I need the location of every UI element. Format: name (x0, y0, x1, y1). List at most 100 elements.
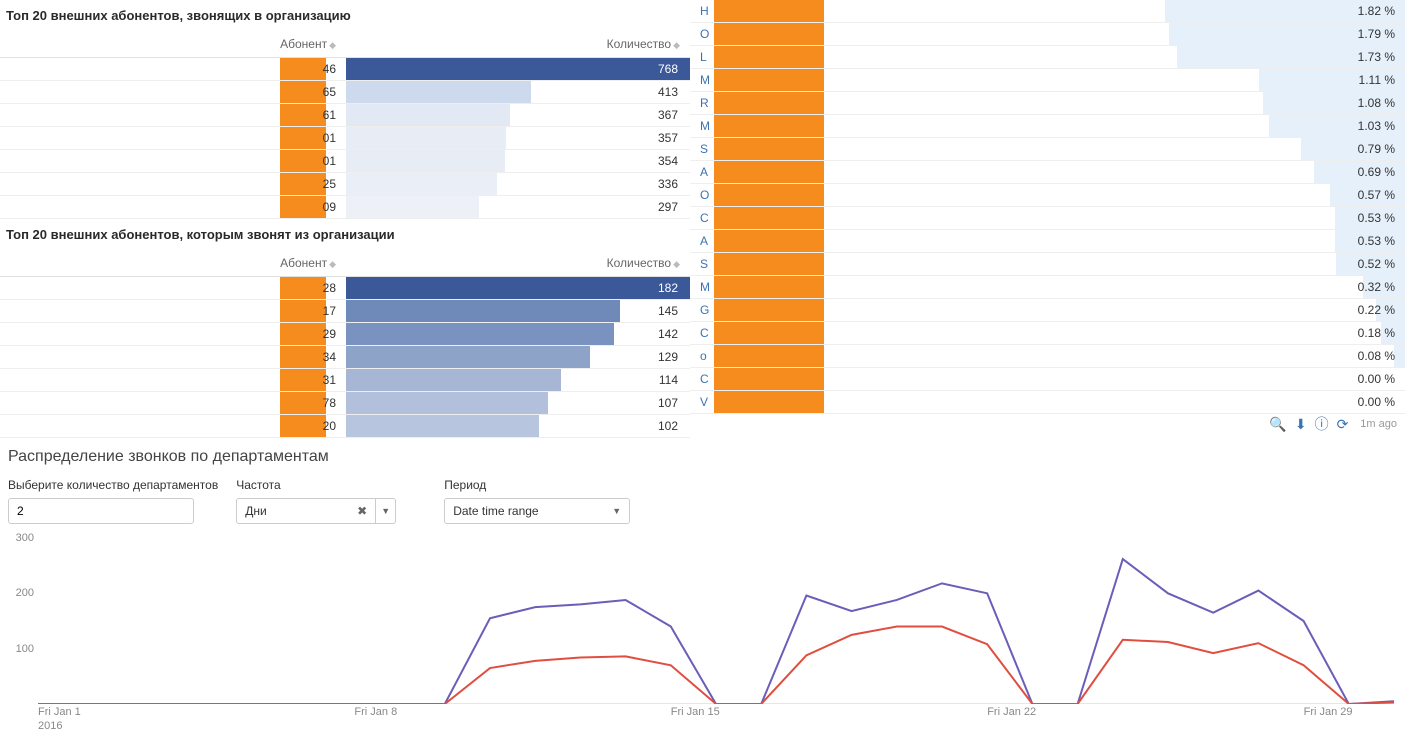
clear-icon[interactable]: ✖ (357, 504, 367, 518)
table-row[interactable]: 34129 (0, 346, 690, 369)
cell-name: C (690, 368, 1150, 391)
redaction-block (280, 173, 326, 195)
table-row[interactable]: 31114 (0, 369, 690, 392)
sort-icon: ◆ (673, 40, 680, 50)
redaction-block (714, 253, 824, 275)
table-row[interactable]: C0.53 % (690, 207, 1405, 230)
th-abonent[interactable]: Абонент◆ (0, 250, 346, 277)
table-row[interactable]: H1.82 % (690, 0, 1405, 23)
select-frequency-dropdown[interactable]: ▼ (376, 498, 396, 524)
cell-abonent: 20 (0, 415, 346, 438)
redaction-block (714, 230, 824, 252)
cell-name: S (690, 138, 1150, 161)
table-row[interactable]: M1.03 % (690, 115, 1405, 138)
redaction-block (280, 323, 326, 345)
table-row[interactable]: 61367 (0, 104, 690, 127)
table-row[interactable]: 78107 (0, 392, 690, 415)
cell-qty: 413 (346, 81, 690, 104)
x-tick: Fri Jan 29 (1304, 706, 1353, 718)
th-qty-label: Количество (607, 37, 671, 51)
th-abonent[interactable]: Абонент◆ (0, 31, 346, 58)
select-period-value: Date time range (453, 504, 538, 518)
line-chart[interactable]: 100200300 Fri Jan 1Fri Jan 8Fri Jan 15Fr… (8, 538, 1398, 728)
th-qty[interactable]: Количество◆ (346, 250, 690, 277)
cell-percent: 0.53 % (1150, 230, 1405, 253)
table-outgoing: Абонент◆ Количество◆ 2818217145291423412… (0, 250, 690, 438)
cell-abonent: 01 (0, 150, 346, 173)
refresh-icon[interactable]: ⟳ (1337, 416, 1349, 433)
cell-name: A (690, 161, 1150, 184)
cell-name: C (690, 207, 1150, 230)
table-row[interactable]: S0.52 % (690, 253, 1405, 276)
table-row[interactable]: 17145 (0, 300, 690, 323)
table-row[interactable]: 46768 (0, 58, 690, 81)
x-year: 2016 (38, 720, 62, 732)
cell-percent: 0.00 % (1150, 391, 1405, 414)
cell-qty: 336 (346, 173, 690, 196)
cell-percent: 1.82 % (1150, 0, 1405, 23)
table-row[interactable]: G0.22 % (690, 299, 1405, 322)
select-period[interactable]: Date time range ▼ (444, 498, 630, 524)
cell-abonent: 09 (0, 196, 346, 219)
redaction-block (280, 196, 326, 218)
table-row[interactable]: M1.11 % (690, 69, 1405, 92)
redaction-block (280, 300, 326, 322)
cell-name: R (690, 92, 1150, 115)
table-row[interactable]: 20102 (0, 415, 690, 438)
table-row[interactable]: 01357 (0, 127, 690, 150)
table-row[interactable]: 65413 (0, 81, 690, 104)
th-abonent-label: Абонент (280, 37, 327, 51)
cell-abonent: 01 (0, 127, 346, 150)
redaction-block (714, 138, 824, 160)
table-row[interactable]: V0.00 % (690, 391, 1405, 414)
cell-qty: 107 (346, 392, 690, 415)
cell-name: M (690, 115, 1150, 138)
table-row[interactable]: A0.53 % (690, 230, 1405, 253)
th-qty[interactable]: Количество◆ (346, 31, 690, 58)
cell-name: O (690, 23, 1150, 46)
cell-qty: 357 (346, 127, 690, 150)
cell-name: A (690, 230, 1150, 253)
table-row[interactable]: 09297 (0, 196, 690, 219)
y-tick: 100 (16, 643, 34, 655)
label-period: Период (444, 478, 630, 492)
redaction-block (280, 346, 326, 368)
table-row[interactable]: o0.08 % (690, 345, 1405, 368)
input-dept-count[interactable] (8, 498, 194, 524)
chevron-down-icon: ▼ (381, 506, 390, 516)
cell-qty: 182 (346, 277, 690, 300)
table-row[interactable]: A0.69 % (690, 161, 1405, 184)
table-incoming: Абонент◆ Количество◆ 4676865413613670135… (0, 31, 690, 219)
table-row[interactable]: C0.18 % (690, 322, 1405, 345)
redaction-block (714, 345, 824, 367)
table-row[interactable]: S0.79 % (690, 138, 1405, 161)
table-row[interactable]: M0.32 % (690, 276, 1405, 299)
info-icon[interactable]: ⓘ (1315, 414, 1329, 434)
download-icon[interactable]: ⬇ (1295, 416, 1307, 433)
select-frequency[interactable]: Дни ✖ (236, 498, 376, 524)
cell-percent: 0.32 % (1150, 276, 1405, 299)
cell-abonent: 78 (0, 392, 346, 415)
table-row[interactable]: 29142 (0, 323, 690, 346)
cell-percent: 0.52 % (1150, 253, 1405, 276)
cell-name: V (690, 391, 1150, 414)
cell-qty: 142 (346, 323, 690, 346)
table-row[interactable]: O1.79 % (690, 23, 1405, 46)
table-row[interactable]: L1.73 % (690, 46, 1405, 69)
redaction-block (714, 0, 824, 22)
table-row[interactable]: 01354 (0, 150, 690, 173)
cell-percent: 1.79 % (1150, 23, 1405, 46)
cell-qty: 102 (346, 415, 690, 438)
table-row[interactable]: O0.57 % (690, 184, 1405, 207)
panel-title-outgoing: Топ 20 внешних абонентов, которым звонят… (0, 219, 690, 250)
cell-percent: 0.69 % (1150, 161, 1405, 184)
table-row[interactable]: R1.08 % (690, 92, 1405, 115)
search-icon[interactable]: 🔍 (1269, 416, 1286, 433)
table-row[interactable]: 28182 (0, 277, 690, 300)
redaction-block (714, 115, 824, 137)
redaction-block (714, 368, 824, 390)
table-row[interactable]: 25336 (0, 173, 690, 196)
cell-name: S (690, 253, 1150, 276)
table-row[interactable]: C0.00 % (690, 368, 1405, 391)
cell-abonent: 65 (0, 81, 346, 104)
